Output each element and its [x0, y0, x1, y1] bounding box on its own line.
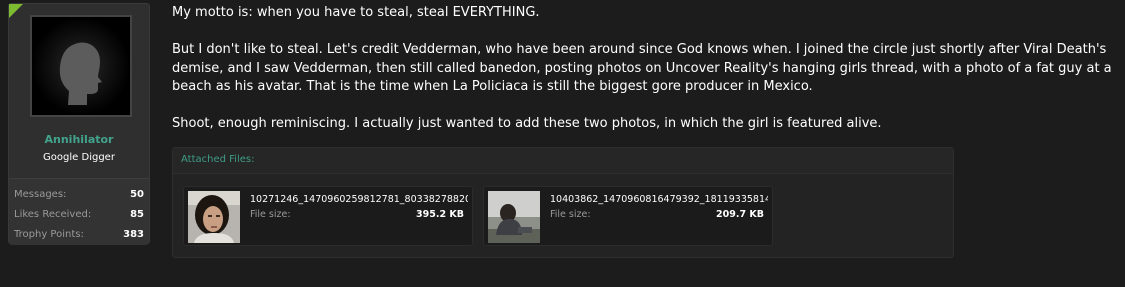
attached-files-header: Attached Files: — [173, 148, 953, 174]
stat-label: Messages: — [14, 189, 67, 200]
new-badge-corner — [9, 4, 23, 18]
file-size-label: File size: — [550, 209, 591, 220]
portrait-photo-thumbnail-icon[interactable] — [188, 191, 240, 243]
file-size-value: 395.2 KB — [416, 209, 464, 220]
stat-label: Likes Received: — [14, 209, 92, 220]
attachment-filename-link[interactable]: 10403862_1470960816479392_181193358141..… — [550, 194, 768, 205]
stat-likes-received: Likes Received: 85 — [14, 208, 144, 222]
attached-files-title: Attached Files: — [181, 154, 255, 165]
attachment-filename-link[interactable]: 10271246_1470960259812781_803382788209..… — [250, 194, 468, 205]
default-avatar-silhouette-icon — [32, 17, 130, 115]
stat-messages: Messages: 50 — [14, 188, 144, 202]
attachment-item[interactable]: 10403862_1470960816479392_181193358141..… — [483, 186, 773, 246]
message-paragraph: Shoot, enough reminiscing. I actually ju… — [172, 116, 882, 131]
outdoor-photo-thumbnail-icon[interactable] — [488, 191, 540, 243]
username-link[interactable]: Annihilator — [9, 133, 149, 146]
stat-value[interactable]: 383 — [123, 228, 144, 242]
attached-files-block: Attached Files: 10271246_147096025981278… — [172, 147, 954, 258]
avatar[interactable] — [30, 15, 132, 117]
file-size-value: 209.7 KB — [716, 209, 764, 220]
user-stats: Messages: 50 Likes Received: 85 Trophy P… — [9, 178, 149, 245]
stat-label: Trophy Points: — [14, 229, 84, 240]
forum-post: Annihilator Google Digger Messages: 50 L… — [0, 0, 1125, 287]
file-size-label: File size: — [250, 209, 291, 220]
user-info-panel: Annihilator Google Digger Messages: 50 L… — [8, 3, 150, 245]
attachment-item[interactable]: 10271246_1470960259812781_803382788209..… — [183, 186, 473, 246]
stat-value[interactable]: 50 — [130, 188, 144, 202]
stat-trophy-points: Trophy Points: 383 — [14, 228, 144, 242]
stat-value: 85 — [130, 209, 144, 220]
message-paragraph: But I don't like to steal. Let's credit … — [172, 42, 1112, 94]
message-body: My motto is: when you have to steal, ste… — [172, 4, 1112, 134]
user-title: Google Digger — [43, 152, 115, 163]
message-paragraph: My motto is: when you have to steal, ste… — [172, 5, 540, 20]
